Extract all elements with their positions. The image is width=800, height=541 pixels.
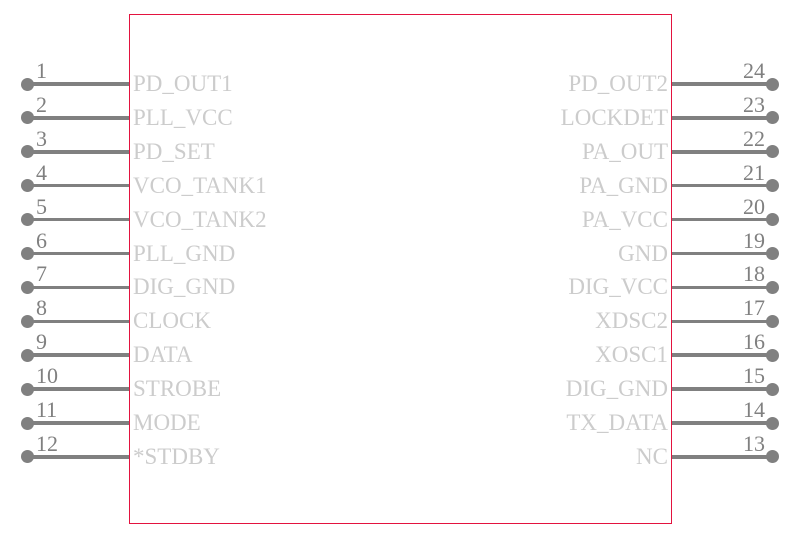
pin-label: PA_GND xyxy=(579,172,668,198)
pin-label: XOSC1 xyxy=(595,342,668,368)
pin-label: DIG_VCC xyxy=(568,274,668,300)
pin-label: NC xyxy=(636,443,668,469)
pin-label: LOCKDET xyxy=(560,104,668,130)
pin-label: PD_OUT2 xyxy=(568,71,668,96)
pin-label: DIG_GND xyxy=(565,376,668,402)
pin-label: PA_VCC xyxy=(581,206,668,232)
pin-label: TX_DATA xyxy=(566,410,668,435)
pin-label: GND xyxy=(618,240,668,266)
pin-label: XDSC2 xyxy=(595,308,668,334)
pin-connector-line[interactable] xyxy=(672,319,772,324)
pin-label: PA_OUT xyxy=(581,138,668,164)
pin-connector-line[interactable] xyxy=(672,285,772,290)
schematic-symbol-canvas: 1 PD_OUT1 2 PLL_VCC 3 PD_SET 4 VCO_TANK1 5 VCO_TA… xyxy=(0,0,800,541)
